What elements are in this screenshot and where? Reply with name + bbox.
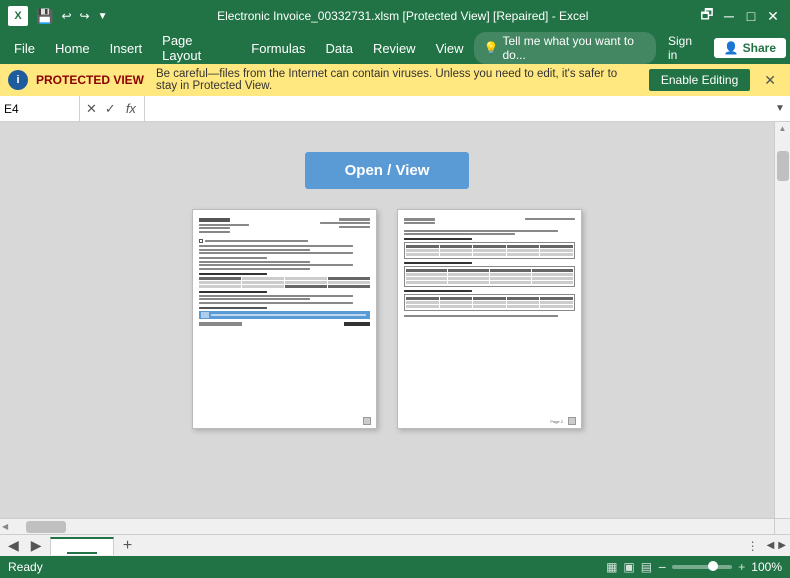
tell-me-box[interactable]: 💡 Tell me what you want to do... [474,32,656,64]
minimize-button[interactable]: ─ [720,7,738,25]
menu-review[interactable]: Review [363,37,426,60]
tab-scroll-left-icon[interactable]: ◀ [767,540,775,551]
tell-me-text: Tell me what you want to do... [502,34,646,62]
open-view-button[interactable]: Open / View [305,152,470,189]
sheet-tab-1[interactable] [50,537,114,555]
window-title: Electronic Invoice_00332731.xlsm [Protec… [107,9,698,23]
fx-icon[interactable]: fx [122,101,140,116]
menu-file[interactable]: File [4,37,45,60]
excel-logo-icon: X [8,6,28,26]
name-box[interactable]: E4 [0,96,80,121]
horizontal-scrollbar[interactable]: ◀ [0,518,774,534]
sheet-area: GIC Open / View [0,122,790,534]
tab-bar: ◀ ▶ + ⋮ ◀ ▶ [0,534,790,556]
maximize-button[interactable]: □ [742,7,760,25]
normal-view-button[interactable]: ▦ [606,560,617,574]
menu-home[interactable]: Home [45,37,100,60]
page-layout-view-button[interactable]: ▣ [623,560,634,574]
zoom-plus-button[interactable]: + [738,560,745,574]
menu-insert[interactable]: Insert [100,37,153,60]
menu-formulas[interactable]: Formulas [241,37,315,60]
main-area: GIC Open / View [0,122,790,534]
tab-scroll-right-icon[interactable]: ▶ [778,540,786,551]
save-button[interactable]: 💾 [36,8,53,25]
person-icon: 👤 [724,41,739,55]
menu-data[interactable]: Data [315,37,362,60]
protected-label: PROTECTED VIEW [36,73,144,87]
doc-page1-content [193,210,376,332]
status-bar-left: Ready [8,560,43,574]
cancel-formula-button[interactable]: ✕ [84,101,99,117]
restore-button[interactable]: 🗗 [698,7,716,25]
title-bar-controls: 🗗 ─ □ ✕ [698,7,782,25]
page-break-view-button[interactable]: ▤ [641,560,652,574]
protected-message: Be careful—files from the Internet can c… [156,68,641,92]
doc-page2-content [398,210,581,325]
tab-options-button[interactable]: ⋮ [743,539,763,553]
formula-controls: ✕ ✓ fx [80,96,145,121]
add-sheet-button[interactable]: + [118,537,138,555]
scroll-thumb-v[interactable] [777,151,789,181]
vertical-scrollbar[interactable]: ▲ [774,122,790,518]
menu-page-layout[interactable]: Page Layout [152,29,241,67]
document-preview-page2: Page 2 [397,209,582,429]
status-bar: Ready ▦ ▣ ▤ − + 100% [0,556,790,578]
scroll-left-arrow[interactable]: ◀ [0,520,10,533]
scroll-corner [774,518,790,534]
protected-view-bar: i PROTECTED VIEW Be careful—files from t… [0,64,790,96]
zoom-minus-button[interactable]: − [658,559,666,575]
confirm-formula-button[interactable]: ✓ [103,101,118,117]
title-bar-left: X 💾 ↩ ↪ ▼ [8,6,107,26]
menu-bar: File Home Insert Page Layout Formulas Da… [0,32,790,64]
status-ready-label: Ready [8,560,43,574]
menu-view[interactable]: View [426,37,474,60]
enable-editing-button[interactable]: Enable Editing [649,69,750,91]
close-button[interactable]: ✕ [764,7,782,25]
tab-bar-right: ⋮ ◀ ▶ [743,539,786,553]
title-bar: X 💾 ↩ ↪ ▼ Electronic Invoice_00332731.xl… [0,0,790,32]
sign-in-button[interactable]: Sign in [660,30,710,66]
zoom-slider[interactable] [672,565,732,569]
status-bar-right: ▦ ▣ ▤ − + 100% [606,559,782,575]
zoom-level-label: 100% [751,560,782,574]
menu-right: 💡 Tell me what you want to do... Sign in… [474,30,786,66]
close-protected-bar-button[interactable]: ✕ [758,70,782,91]
lightbulb-icon: 💡 [484,41,499,55]
protected-icon: i [8,70,28,90]
tab-prev-button[interactable]: ◀ [4,537,23,554]
customize-icon[interactable]: ▼ [98,11,108,22]
document-previews: Page 2 [192,209,582,429]
scroll-thumb-h[interactable] [26,521,66,533]
document-preview-page1 [192,209,377,429]
formula-input[interactable] [145,102,770,116]
undo-button[interactable]: ↩ [61,9,71,23]
sheet-tab-1-label [67,540,97,554]
scroll-up-arrow[interactable]: ▲ [777,122,789,135]
redo-button[interactable]: ↪ [80,9,90,23]
expand-formula-bar-button[interactable]: ▼ [770,96,790,122]
share-button[interactable]: 👤 Share [714,38,786,58]
tab-next-button[interactable]: ▶ [27,537,46,554]
formula-bar: E4 ✕ ✓ fx ▼ [0,96,790,122]
sheet-content: Open / View [0,122,774,518]
